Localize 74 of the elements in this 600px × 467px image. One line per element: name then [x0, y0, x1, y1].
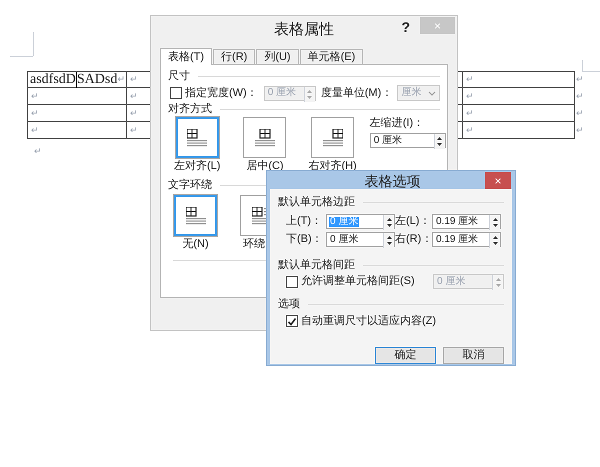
spin-button[interactable]: [383, 215, 394, 230]
spin-arrows-icon: [386, 234, 392, 247]
paragraph-mark: ↵: [31, 126, 39, 134]
paragraph-mark: ↵: [466, 75, 474, 84]
paragraph-mark: ↵: [130, 126, 138, 134]
paragraph-mark: ↵: [130, 108, 138, 118]
section-heading: 文字环绕: [168, 180, 212, 191]
layout-option[interactable]: [176, 117, 219, 158]
paragraph-mark: ↵: [130, 75, 138, 84]
spin-arrows-icon: [386, 216, 392, 229]
field-label: 指定宽度(W)：: [185, 88, 258, 98]
paragraph-mark: ↵: [34, 147, 42, 156]
table-layout-icon: [322, 128, 343, 146]
spin-arrows-icon: [306, 88, 314, 100]
paragraph-mark: ↵: [130, 92, 138, 100]
paragraph-mark: ↵: [466, 126, 474, 134]
dialog-button[interactable]: 取消: [443, 347, 504, 364]
section-heading: 默认单元格边距: [278, 197, 355, 208]
checkbox[interactable]: [286, 315, 298, 327]
end-of-row-mark: ↵: [576, 92, 584, 101]
spin-arrows-icon: [494, 276, 502, 289]
option-label: 居中(C): [246, 161, 284, 172]
spin-arrows-icon: [492, 234, 498, 247]
spin-field[interactable]: 0.19 厘米: [432, 232, 501, 247]
dialog-title: 表格选项: [364, 174, 420, 188]
paragraph-mark: ↵: [31, 92, 39, 100]
table-layout-icon: [254, 128, 275, 146]
field-label: 下(B)：: [286, 234, 324, 245]
spin-field[interactable]: 0 厘米: [370, 133, 446, 148]
tab[interactable]: 表格(T): [160, 48, 212, 65]
checkbox-label: 自动重调尺寸以适应内容(Z): [301, 316, 436, 326]
field-label: 左(L)：: [395, 216, 432, 227]
tab[interactable]: 单元格(E): [300, 49, 364, 64]
option-label: 环绕: [243, 239, 265, 250]
checkbox-label: 允许调整单元格间距(S): [301, 276, 415, 287]
spin-field[interactable]: 0 厘米: [326, 232, 395, 247]
end-of-row-mark: ↵: [576, 126, 584, 135]
section-heading: 对齐方式: [168, 104, 212, 115]
paragraph-mark: ↵: [117, 75, 126, 84]
section-heading: 默认单元格间距: [278, 260, 355, 271]
spin-button[interactable]: [434, 134, 445, 149]
chevron-down-icon: [428, 90, 436, 96]
spin-button[interactable]: [383, 233, 394, 248]
table-layout-icon: [186, 206, 206, 224]
spin-field[interactable]: 0.19 厘米: [432, 214, 501, 229]
field-label: 度量单位(M)：: [320, 88, 392, 98]
layout-option[interactable]: [311, 117, 354, 158]
section-heading: 尺寸: [168, 71, 190, 82]
spin-arrows-icon: [492, 216, 498, 229]
paragraph-mark: ↵: [31, 108, 39, 118]
table-layout-icon: [187, 128, 208, 146]
field-label: 左缩进(I)：: [370, 118, 426, 129]
option-label: 右对齐(H): [308, 161, 357, 172]
close-button[interactable]: ×: [485, 172, 511, 189]
section-heading: 选项: [278, 299, 300, 310]
field-label: 右(R)：: [395, 234, 432, 245]
end-of-row-mark: ↵: [576, 75, 584, 84]
layout-option[interactable]: [174, 195, 217, 236]
tab[interactable]: 行(R): [213, 49, 256, 64]
paragraph-mark: ↵: [466, 108, 474, 118]
spin-button[interactable]: [489, 233, 500, 248]
option-label: 左对齐(L): [174, 161, 220, 172]
end-of-row-mark: ↵: [576, 109, 584, 118]
spin-arrows-icon: [436, 135, 444, 148]
field-label: 上(T)：: [286, 216, 324, 227]
paragraph-mark: ↵: [466, 92, 474, 100]
spin-button[interactable]: [489, 215, 500, 230]
layout-option[interactable]: [243, 117, 286, 158]
dialog-title: 表格属性: [274, 22, 334, 37]
help-button[interactable]: ?: [401, 17, 410, 34]
dialog-button[interactable]: 确定: [375, 347, 436, 364]
cell-text: asdfsdDSADsd: [30, 72, 118, 88]
tab[interactable]: 列(U): [256, 49, 299, 64]
option-label: 无(N): [182, 239, 209, 250]
